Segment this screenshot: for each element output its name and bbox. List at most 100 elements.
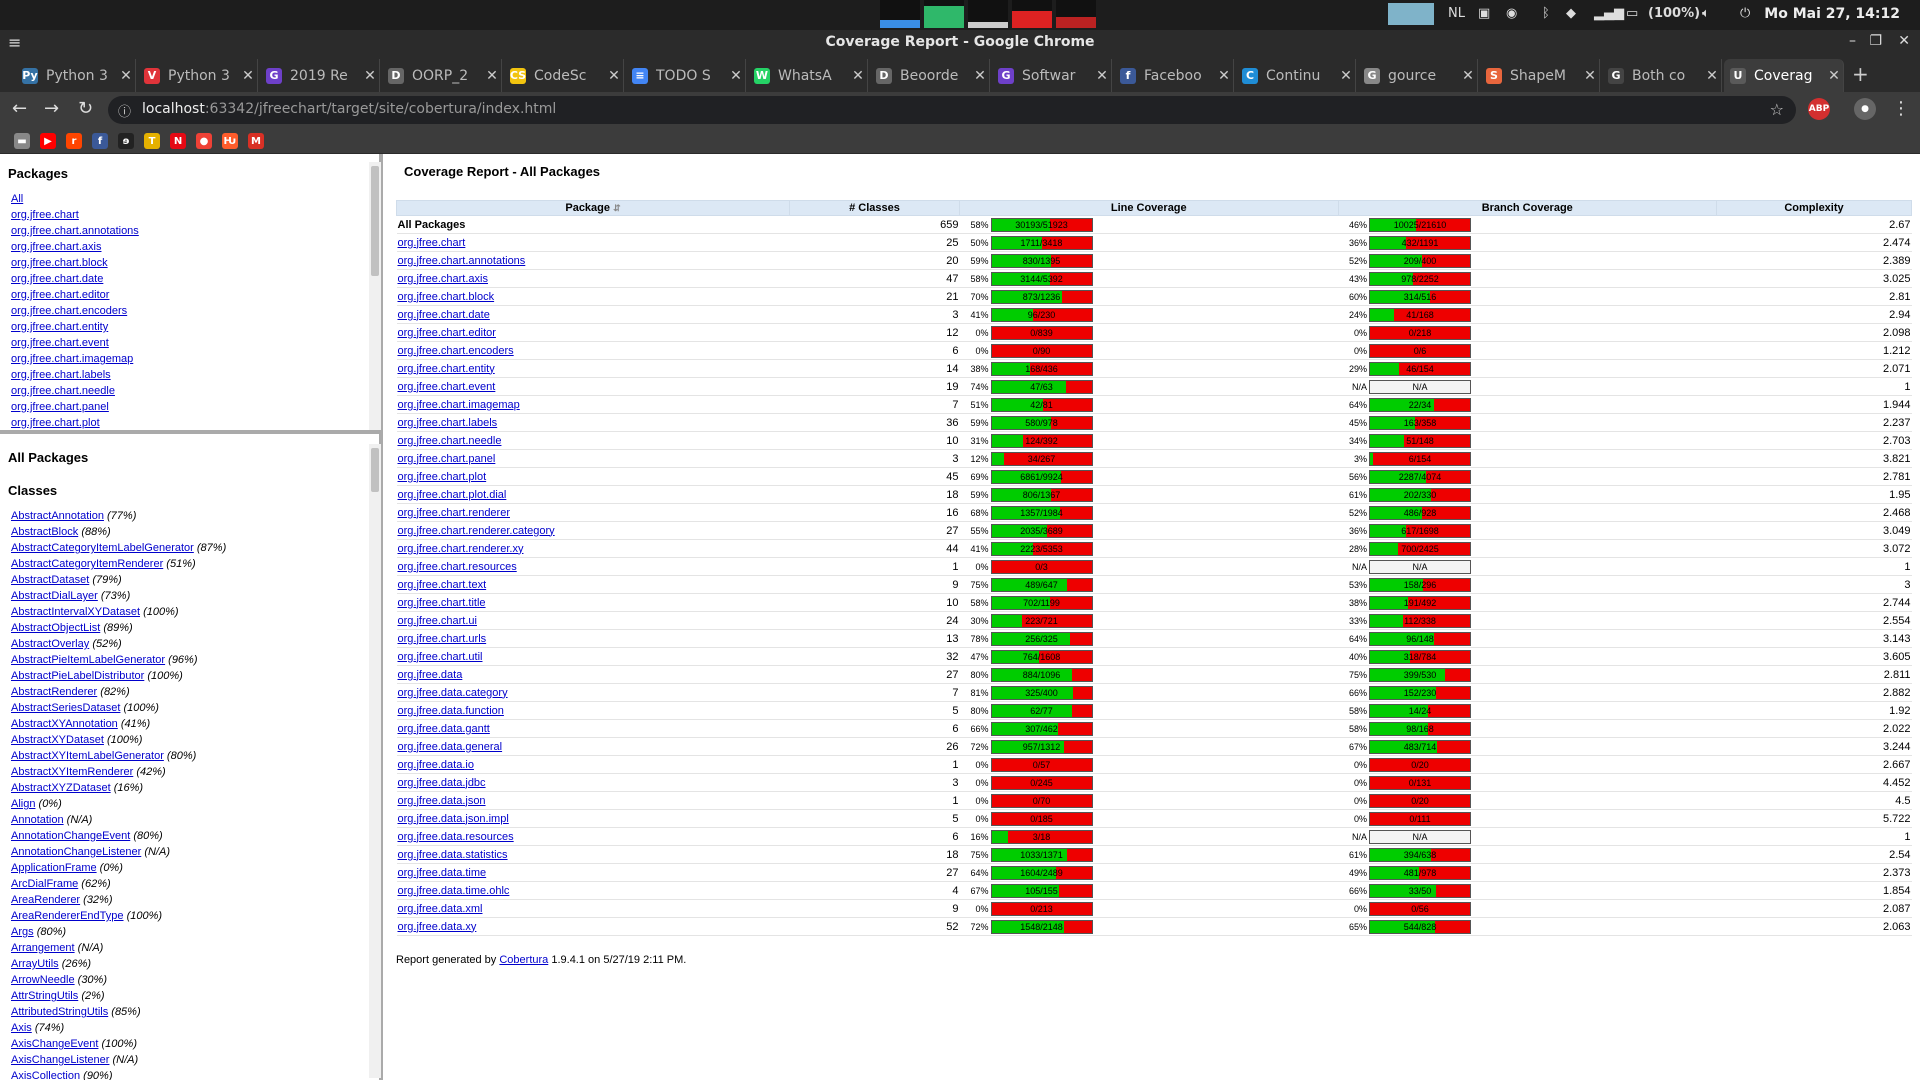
new-tab-icon[interactable]: + <box>1852 62 1869 86</box>
tab-8[interactable]: D Beoorde ✕ <box>870 59 990 92</box>
close-tab-icon[interactable]: ✕ <box>849 68 867 84</box>
close-tab-icon[interactable]: ✕ <box>727 68 745 84</box>
package-link[interactable]: org.jfree.data.function <box>398 705 504 717</box>
class-link[interactable]: AreaRendererEndType <box>11 910 124 922</box>
package-link[interactable]: org.jfree.chart.event <box>398 381 496 393</box>
site-info-icon[interactable]: ⓘ <box>118 101 131 120</box>
power-icon[interactable]: ⏻ <box>1740 6 1750 21</box>
package-link[interactable]: org.jfree.chart.plot <box>8 415 375 430</box>
class-link[interactable]: AbstractXYItemLabelGenerator <box>11 750 164 762</box>
class-link[interactable]: AxisCollection <box>11 1070 80 1080</box>
keyboard-layout[interactable]: NL <box>1448 6 1465 21</box>
minimize-icon[interactable]: – <box>1849 33 1856 49</box>
clock[interactable]: Mo Mai 27, 14:12 <box>1764 6 1900 22</box>
reddit-icon[interactable]: r <box>66 133 82 149</box>
url-text[interactable]: localhost:63342/jfreechart/target/site/c… <box>142 101 556 117</box>
class-link[interactable]: AbstractOverlay <box>11 638 89 650</box>
back-icon[interactable]: ← <box>12 98 27 119</box>
package-link[interactable]: org.jfree.data <box>398 669 463 681</box>
column-header-classes[interactable]: # Classes <box>789 200 960 216</box>
package-link[interactable]: All <box>8 191 375 207</box>
close-window-icon[interactable]: ✕ <box>1898 33 1910 49</box>
package-link[interactable]: org.jfree.chart.imagemap <box>398 399 520 411</box>
class-link[interactable]: Annotation <box>11 814 64 826</box>
column-header-branch[interactable]: Branch Coverage <box>1337 200 1717 216</box>
scrollbar-thumb[interactable] <box>371 166 379 276</box>
package-link[interactable]: org.jfree.chart.text <box>398 579 487 591</box>
class-link[interactable]: AreaRenderer <box>11 894 80 906</box>
class-link[interactable]: AttributedStringUtils <box>11 1006 108 1018</box>
package-link[interactable]: org.jfree.chart.editor <box>8 287 375 303</box>
class-link[interactable]: AbstractIntervalXYDataset <box>11 606 140 618</box>
package-link[interactable]: org.jfree.chart.needle <box>8 383 375 399</box>
close-tab-icon[interactable]: ✕ <box>971 68 989 84</box>
class-link[interactable]: AbstractDataset <box>11 574 89 586</box>
tab-1[interactable]: Py Python 3 ✕ <box>16 59 136 92</box>
classes-scrollbar[interactable] <box>369 444 381 1078</box>
class-link[interactable]: AxisChangeListener <box>11 1054 109 1066</box>
sort-icon[interactable]: ⇵ <box>613 203 621 213</box>
tab-3[interactable]: G 2019 Re ✕ <box>260 59 380 92</box>
class-link[interactable]: AbstractXYZDataset <box>11 782 111 794</box>
screenshot-icon[interactable]: ▣ <box>1478 6 1490 21</box>
class-link[interactable]: AbstractXYDataset <box>11 734 104 746</box>
package-link[interactable]: org.jfree.data.statistics <box>398 849 508 861</box>
tweakers-icon[interactable]: T <box>144 133 160 149</box>
package-link[interactable]: org.jfree.data.io <box>398 759 474 771</box>
tab-12[interactable]: Ggource ✕ <box>1358 59 1478 92</box>
forward-icon[interactable]: → <box>44 98 59 119</box>
close-tab-icon[interactable]: ✕ <box>1093 68 1111 84</box>
class-link[interactable]: AxisChangeEvent <box>11 1038 98 1050</box>
class-link[interactable]: AbstractXYAnnotation <box>11 718 118 730</box>
package-link[interactable]: org.jfree.chart.entity <box>8 319 375 335</box>
package-link[interactable]: org.jfree.chart.date <box>8 271 375 287</box>
package-link[interactable]: org.jfree.chart.panel <box>398 453 496 465</box>
hacker-icon[interactable]: Ƕ <box>222 133 238 149</box>
package-link[interactable]: org.jfree.chart.editor <box>398 327 496 339</box>
reader-icon[interactable]: ● <box>196 133 212 149</box>
class-link[interactable]: AbstractXYItemRenderer <box>11 766 133 778</box>
class-link[interactable]: Arrangement <box>11 942 75 954</box>
packages-scrollbar[interactable] <box>369 162 381 430</box>
battery-icon[interactable]: ▭ <box>1626 6 1638 21</box>
tab-15[interactable]: U Coverag ✕ <box>1724 59 1844 92</box>
package-link[interactable]: org.jfree.chart.needle <box>398 435 502 447</box>
wifi-signal-icon[interactable]: ▂▄▆ <box>1594 6 1624 21</box>
package-link[interactable]: org.jfree.chart.encoders <box>8 303 375 319</box>
class-link[interactable]: AbstractBlock <box>11 526 78 538</box>
class-link[interactable]: AbstractObjectList <box>11 622 100 634</box>
package-link[interactable]: org.jfree.data.json.impl <box>398 813 509 825</box>
package-link[interactable]: org.jfree.chart.renderer.xy <box>398 543 524 555</box>
package-link[interactable]: org.jfree.chart.date <box>398 309 490 321</box>
close-tab-icon[interactable]: ✕ <box>1459 68 1477 84</box>
column-header-package[interactable]: Package ⇵ <box>396 200 790 216</box>
package-link[interactable]: org.jfree.chart.axis <box>8 239 375 255</box>
youtube-icon[interactable]: ▶ <box>40 133 56 149</box>
package-link[interactable]: org.jfree.data.gantt <box>398 723 490 735</box>
class-link[interactable]: AbstractPieLabelDistributor <box>11 670 144 682</box>
folder-icon[interactable]: ▬ <box>14 133 30 149</box>
tab-7[interactable]: W WhatsA ✕ <box>748 59 868 92</box>
close-tab-icon[interactable]: ✕ <box>605 68 623 84</box>
close-tab-icon[interactable]: ✕ <box>483 68 501 84</box>
package-link[interactable]: org.jfree.chart.panel <box>8 399 375 415</box>
cobertura-link[interactable]: Cobertura <box>499 954 548 966</box>
class-link[interactable]: AnnotationChangeEvent <box>11 830 130 842</box>
package-link[interactable]: org.jfree.chart.annotations <box>398 255 526 267</box>
package-link[interactable]: org.jfree.chart.plot.dial <box>398 489 507 501</box>
class-link[interactable]: AbstractCategoryItemRenderer <box>11 558 163 570</box>
reload-icon[interactable]: ↻ <box>78 98 93 119</box>
volume-icon[interactable]: 🔈︎ <box>1702 6 1710 21</box>
close-tab-icon[interactable]: ✕ <box>1337 68 1355 84</box>
app-tray-icon[interactable]: ◆ <box>1566 6 1576 21</box>
tab-9[interactable]: G Softwar ✕ <box>992 59 1112 92</box>
column-header-complexity[interactable]: Complexity <box>1716 200 1912 216</box>
chrome-menu-icon[interactable]: ⋮ <box>1892 98 1910 119</box>
package-link[interactable]: org.jfree.chart.labels <box>398 417 498 429</box>
app-indicator-icon[interactable] <box>1388 3 1434 25</box>
tab-2[interactable]: V Python 3 ✕ <box>138 59 258 92</box>
close-tab-icon[interactable]: ✕ <box>1215 68 1233 84</box>
facebook-icon[interactable]: f <box>92 133 108 149</box>
maximize-icon[interactable]: ❐ <box>1869 33 1882 49</box>
package-link[interactable]: org.jfree.chart.encoders <box>398 345 514 357</box>
